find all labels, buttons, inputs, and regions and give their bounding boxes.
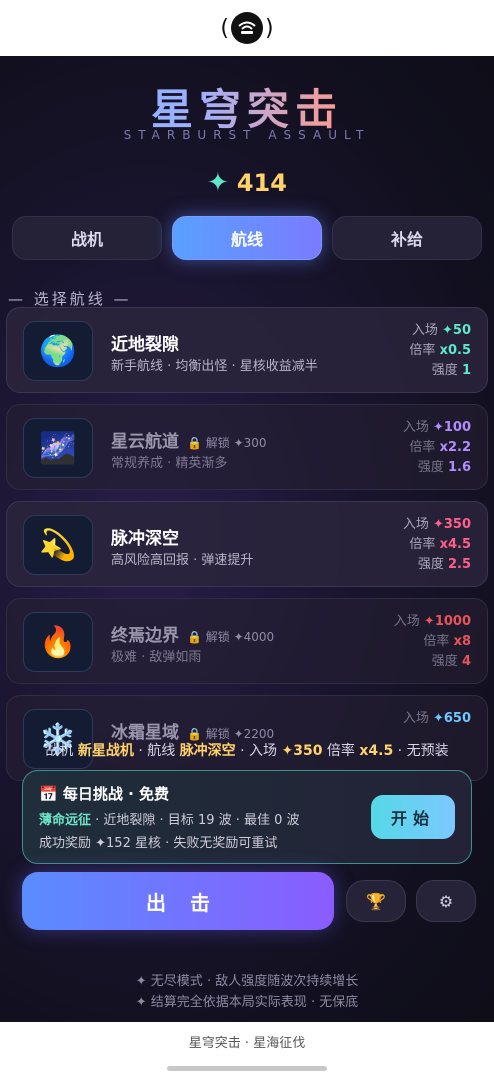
reward-rate: x2.2: [439, 440, 471, 455]
app-logo: ( ): [220, 12, 274, 44]
route-card[interactable]: 🌌 星云航道 🔒 解锁 ✦300 常规养成 · 精英渐多 入场 ✦100 倍率 x2.2 强…: [6, 404, 488, 490]
home-indicator[interactable]: [167, 1066, 327, 1071]
settings-icon[interactable]: ⚙: [416, 880, 476, 922]
section-title: — 选择航线 —: [8, 290, 132, 308]
route-name: 脉冲深空: [111, 529, 179, 549]
entry-cost: ✦650: [432, 711, 471, 726]
route-card[interactable]: 🌍 近地裂隙新手航线 · 均衡出怪 · 星核收益减半 入场 ✦50 倍率 x0.5 强度…: [6, 307, 488, 393]
difficulty: 4: [461, 654, 471, 669]
loadout-summary: 战机 新星战机 · 航线 脉冲深空 · 入场 ✦350 倍率 x4.5 · 无预…: [45, 743, 449, 759]
difficulty: 1.6: [447, 460, 471, 475]
daily-challenge-title: 📅 每日挑战 · 免费: [39, 785, 170, 803]
route-stats: 入场 ✦350 倍率 x4.5 强度 2.5: [402, 517, 471, 572]
route-description: 新手航线 · 均衡出怪 · 星核收益减半: [111, 359, 318, 374]
route-name: 星云航道: [111, 432, 179, 452]
route-stats: 入场 ✦1000 倍率 x8 强度 4: [393, 614, 471, 669]
launch-button[interactable]: 出击: [22, 872, 334, 930]
tab-bar: 战机 航线 补给: [12, 216, 482, 260]
selected-entry: ✦350: [281, 743, 323, 759]
trophy-icon[interactable]: 🏆: [346, 880, 406, 922]
difficulty: 2.5: [447, 557, 471, 572]
route-card[interactable]: ❄️ 冰霜星域 🔒 解锁 ✦2200 入场 ✦650: [6, 695, 488, 781]
bottom-bar: 星穹突击 · 星海征伐: [0, 1022, 494, 1080]
daily-challenge-card: 📅 每日挑战 · 免费 薄命远征 · 近地裂隙 · 目标 19 波 · 最佳 0…: [22, 770, 472, 864]
wifi-icon: [231, 12, 263, 44]
route-description: 常规养成 · 精英渐多: [111, 456, 228, 471]
footer-note: ✦ 无尽模式 · 敌人强度随波次持续增长: [135, 974, 359, 989]
route-description: 高风险高回报 · 弹速提升: [111, 553, 254, 568]
earth-globe-icon: 🌍: [23, 321, 93, 381]
star-currency-icon: ✦: [207, 168, 229, 198]
route-stats: 入场 ✦100 倍率 x2.2 强度 1.6: [402, 420, 471, 475]
route-name: 近地裂隙: [111, 335, 179, 355]
selected-route: 脉冲深空: [179, 743, 236, 759]
bottom-bar-title: 星穹突击 · 星海征伐: [188, 1036, 306, 1051]
tab-route[interactable]: 航线: [172, 216, 322, 260]
selected-ship: 新星战机: [77, 743, 134, 759]
route-card[interactable]: 🔥 终焉边界 🔒 解锁 ✦4000 极难 · 敌弹如雨 入场 ✦1000 倍率 x8 强度 …: [6, 598, 488, 684]
reward-rate: x0.5: [439, 343, 471, 358]
daily-start-button[interactable]: 开始: [371, 795, 455, 839]
tab-supply[interactable]: 补给: [332, 216, 482, 260]
currency-amount: 414: [236, 169, 287, 197]
tab-fighter[interactable]: 战机: [12, 216, 162, 260]
lock-label: 🔒 解锁 ✦300: [187, 436, 267, 450]
daily-challenge-info: 薄命远征 · 近地裂隙 · 目标 19 波 · 最佳 0 波: [39, 813, 300, 828]
lock-icon: 🔒: [187, 727, 202, 741]
currency-display: ✦ 414: [0, 168, 494, 198]
reward-rate: x8: [453, 634, 471, 649]
fire-icon: 🔥: [23, 612, 93, 672]
snowflake-icon: ❄️: [23, 709, 93, 769]
game-screen: 星穹突击 STARBURST ASSAULT ✦ 414 战机 航线 补给 — …: [0, 56, 494, 1022]
route-stats: 入场 ✦50 倍率 x0.5 强度 1: [409, 323, 471, 378]
game-subtitle: STARBURST ASSAULT: [123, 128, 371, 142]
lock-icon: 🔒: [187, 630, 202, 644]
lock-label: 🔒 解锁 ✦4000: [187, 630, 275, 644]
daily-challenge-reward: 成功奖励 ✦152 星核 · 失败无奖励可重试: [39, 836, 278, 851]
difficulty: 1: [461, 363, 471, 378]
top-status-bar: ( ): [0, 0, 494, 56]
route-name: 终焉边界: [111, 626, 179, 646]
lock-icon: 🔒: [187, 436, 202, 450]
entry-cost: ✦100: [432, 420, 471, 435]
selected-rate: x4.5: [359, 743, 394, 759]
route-card[interactable]: 💫 脉冲深空高风险高回报 · 弹速提升 入场 ✦350 倍率 x4.5 强度 2.5: [6, 501, 488, 587]
entry-cost: ✦1000: [423, 614, 471, 629]
footer-note: ✦ 结算完全依据本局实际表现 · 无保底: [135, 995, 359, 1010]
milky-way-icon: 🌌: [23, 418, 93, 478]
route-description: 极难 · 敌弹如雨: [111, 650, 202, 665]
route-stats: 入场 ✦650: [402, 711, 471, 726]
entry-cost: ✦50: [442, 323, 471, 338]
reward-rate: x4.5: [439, 537, 471, 552]
lock-label: 🔒 解锁 ✦2200: [187, 727, 275, 741]
entry-cost: ✦350: [432, 517, 471, 532]
dizzy-star-icon: 💫: [23, 515, 93, 575]
